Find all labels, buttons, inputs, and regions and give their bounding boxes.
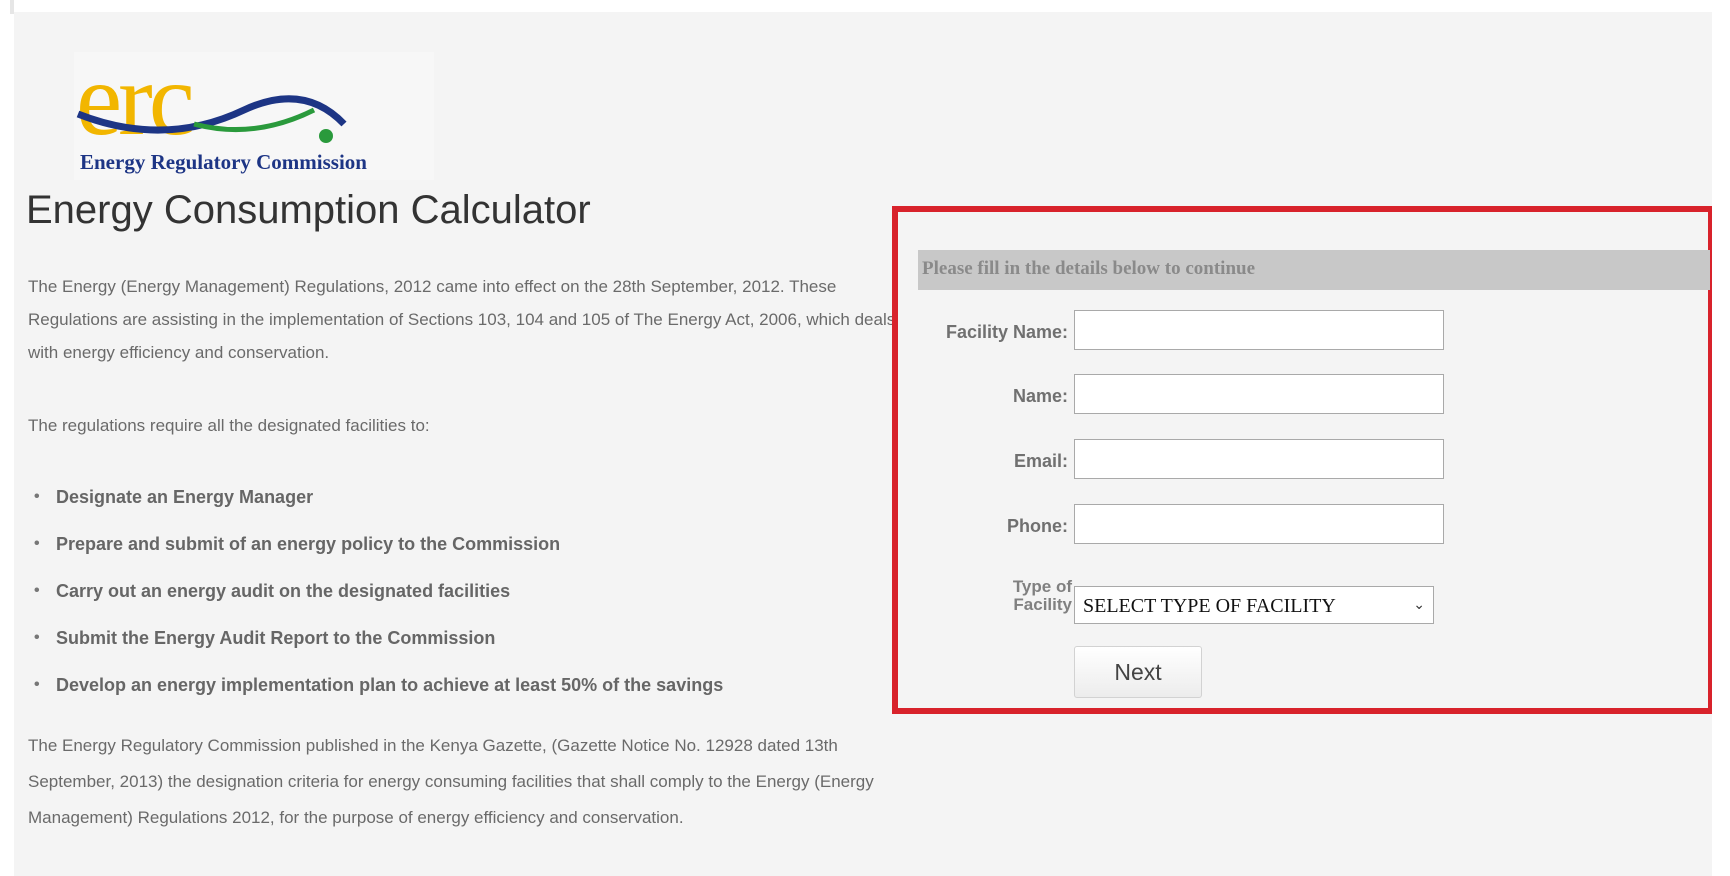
requirement-text: Submit the Energy Audit Report to the Co…: [56, 628, 496, 648]
requirement-text: Carry out an energy audit on the designa…: [56, 581, 511, 601]
next-button[interactable]: Next: [1074, 646, 1202, 698]
phone-label: Phone:: [1007, 516, 1068, 536]
name-label: Name:: [1012, 386, 1068, 406]
requirements-lead: The regulations require all the designat…: [28, 416, 430, 435]
facility-type-label-line1: Type of: [1012, 577, 1072, 596]
requirement-text: Designate an Energy Manager: [56, 487, 314, 507]
facility-type-label: Type of Facility: [978, 578, 1072, 614]
requirements-list: • Designate an Energy Manager • Prepare an…: [34, 482, 723, 717]
svg-text:erc: erc: [76, 52, 192, 152]
bullet-icon: •: [34, 629, 40, 646]
erc-logo: erc Energy Regulatory Commission: [74, 52, 434, 180]
form-header: Please fill in the details below to cont…: [918, 250, 1710, 290]
scrollbar[interactable]: [1712, 0, 1730, 876]
logo-caption: Energy Regulatory Commission: [80, 150, 367, 174]
facility-name-label: Facility Name:: [945, 322, 1068, 342]
list-item: • Designate an Energy Manager: [34, 482, 723, 529]
list-item: • Submit the Energy Audit Report to the C…: [34, 623, 723, 670]
form-header-text: Please fill in the details below to cont…: [922, 258, 1256, 279]
requirement-text: Develop an energy implementation plan to…: [56, 675, 724, 695]
list-item: • Carry out an energy audit on the design…: [34, 576, 723, 623]
bullet-icon: •: [34, 535, 40, 552]
facility-name-input[interactable]: [1074, 310, 1444, 350]
facility-type-selected: SELECT TYPE OF FACILITY: [1083, 595, 1336, 617]
email-label: Email:: [1013, 451, 1068, 471]
facility-type-select[interactable]: SELECT TYPE OF FACILITY ⌄: [1074, 586, 1434, 624]
bullet-icon: •: [34, 676, 40, 693]
closing-paragraph: The Energy Regulatory Commission publish…: [28, 736, 874, 827]
phone-input[interactable]: [1074, 504, 1444, 544]
name-input[interactable]: [1074, 374, 1444, 414]
details-form-panel: Please fill in the details below to cont…: [892, 206, 1714, 714]
requirement-text: Prepare and submit of an energy policy t…: [56, 534, 561, 554]
intro-paragraph: The Energy (Energy Management) Regulatio…: [28, 277, 896, 362]
bullet-icon: •: [34, 582, 40, 599]
bullet-icon: •: [34, 488, 40, 505]
left-edge: [0, 0, 14, 876]
page-title: Energy Consumption Calculator: [26, 188, 591, 232]
email-input[interactable]: [1074, 439, 1444, 479]
erc-logo-mark: erc: [76, 52, 347, 152]
list-item: • Prepare and submit of an energy policy …: [34, 529, 723, 576]
chevron-down-icon: ⌄: [1413, 596, 1425, 612]
list-item: • Develop an energy implementation plan t…: [34, 670, 723, 717]
facility-type-label-line2: Facility: [1013, 595, 1072, 614]
